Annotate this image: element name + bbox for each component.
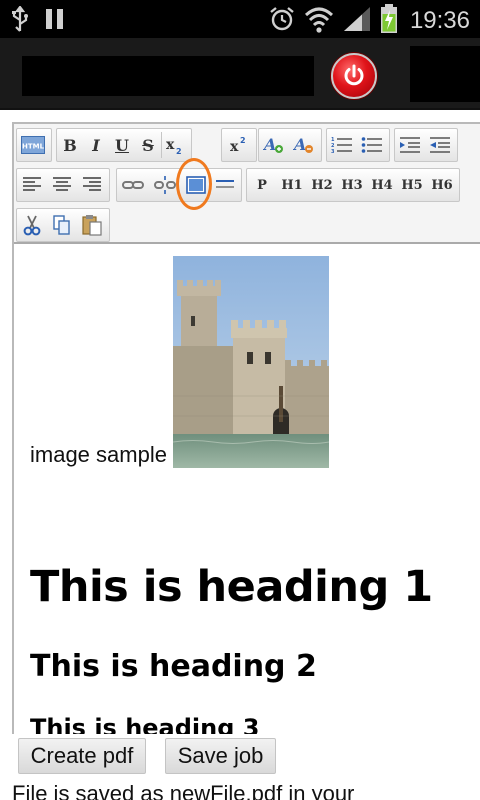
outdent-icon[interactable] <box>425 130 455 160</box>
italic-button[interactable]: I <box>83 130 109 160</box>
castle-image <box>172 256 329 468</box>
usb-icon <box>10 5 30 36</box>
h2-button[interactable]: H2 <box>307 170 337 200</box>
svg-text:A: A <box>263 135 276 154</box>
svg-text:3: 3 <box>331 149 335 155</box>
superscript-group: x2 <box>221 128 257 162</box>
alarm-icon <box>268 5 296 37</box>
format-group: B I U S x2 <box>56 128 192 162</box>
editor-toolbar: HTML B I U S x2 x2 A A 1 2 3 P H1 H2 H3 … <box>14 124 480 244</box>
clock: 19:36 <box>409 7 470 34</box>
bold-button[interactable]: B <box>57 130 83 160</box>
superscript-button[interactable]: x2 <box>222 130 256 160</box>
create-pdf-button[interactable]: Create pdf <box>18 738 146 774</box>
horizontal-rule-icon[interactable] <box>211 170 239 200</box>
h3-button[interactable]: H3 <box>337 170 367 200</box>
copy-icon[interactable] <box>47 210 77 240</box>
align-left-icon[interactable] <box>17 170 47 200</box>
redacted-action <box>410 46 480 102</box>
power-icon <box>344 64 364 86</box>
align-center-icon[interactable] <box>47 170 77 200</box>
align-group <box>16 168 110 202</box>
pause-icon <box>44 7 66 35</box>
heading-group: P H1 H2 H3 H4 H5 H6 <box>246 168 460 202</box>
redacted-title <box>22 56 314 96</box>
html-group: HTML <box>16 128 52 162</box>
background-color-icon[interactable]: A <box>289 130 319 160</box>
h6-button[interactable]: H6 <box>427 170 457 200</box>
unordered-list-icon[interactable] <box>357 130 387 160</box>
battery-charging-icon <box>380 4 398 38</box>
heading-1: This is heading 1 <box>30 562 433 612</box>
color-group: A A <box>258 128 322 162</box>
svg-text:A: A <box>293 135 306 154</box>
heading-2: This is heading 2 <box>30 649 317 684</box>
status-bar: 19:36 <box>0 0 480 38</box>
editor-content[interactable]: image sample This is heading 1 This is h… <box>14 244 480 734</box>
link-icon[interactable] <box>117 170 149 200</box>
strikethrough-button[interactable]: S <box>135 130 161 160</box>
html-source-button[interactable]: HTML <box>17 130 49 160</box>
power-button[interactable] <box>331 53 377 99</box>
svg-text:2: 2 <box>176 147 182 155</box>
cut-icon[interactable] <box>17 210 47 240</box>
app-bar <box>0 38 480 110</box>
paste-icon[interactable] <box>77 210 107 240</box>
signal-icon <box>342 5 372 37</box>
indent-group <box>394 128 458 162</box>
h5-button[interactable]: H5 <box>397 170 427 200</box>
image-caption: image sample <box>30 442 167 467</box>
status-message: File is saved as newFile.pdf in your <box>12 781 355 800</box>
html-label: HTML <box>22 143 45 151</box>
h4-button[interactable]: H4 <box>367 170 397 200</box>
svg-text:2: 2 <box>240 136 246 145</box>
indent-icon[interactable] <box>395 130 425 160</box>
align-right-icon[interactable] <box>77 170 107 200</box>
underline-button[interactable]: U <box>109 130 135 160</box>
svg-text:x: x <box>166 137 175 153</box>
ordered-list-icon[interactable]: 123 <box>327 130 357 160</box>
subscript-button[interactable]: x2 <box>162 130 188 160</box>
save-job-button[interactable]: Save job <box>165 738 276 774</box>
highlight-circle <box>176 158 212 210</box>
font-color-icon[interactable]: A <box>259 130 289 160</box>
list-group: 123 <box>326 128 390 162</box>
image-paragraph: image sample <box>30 256 329 468</box>
heading-3: This is heading 3 <box>30 714 260 734</box>
clipboard-group <box>16 208 110 242</box>
wifi-icon <box>304 5 334 37</box>
paragraph-button[interactable]: P <box>247 170 277 200</box>
svg-text:x: x <box>230 139 239 155</box>
h1-button[interactable]: H1 <box>277 170 307 200</box>
screen: 19:36 HTML B I U S x 2 x 2 A A 1 2 3 P H… <box>0 0 480 800</box>
rich-text-editor: HTML B I U S x2 x2 A A 1 2 3 P H1 H2 H3 … <box>12 122 480 734</box>
